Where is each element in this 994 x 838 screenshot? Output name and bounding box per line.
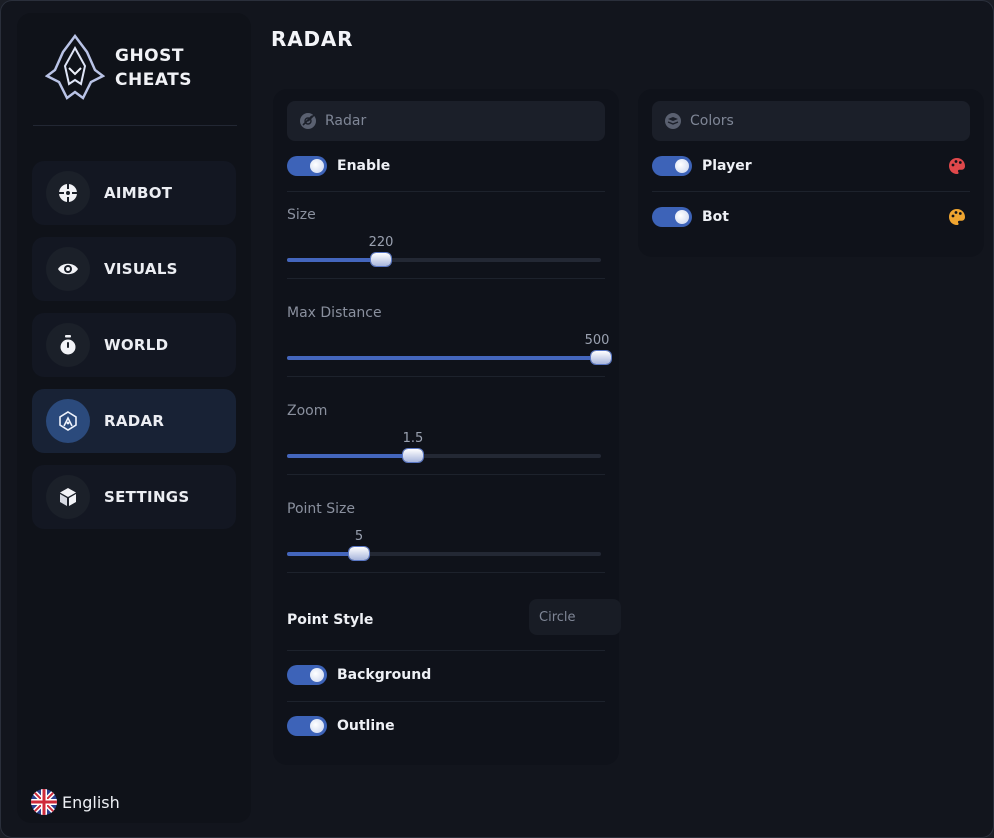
point-style-select[interactable]: Circle <box>529 599 621 635</box>
enable-label: Enable <box>337 158 391 174</box>
bot-color-row: Bot <box>652 204 972 230</box>
enable-row: Enable <box>287 153 607 179</box>
point-size-slider[interactable] <box>287 547 601 560</box>
radar-icon <box>59 411 77 431</box>
size-value: 220 <box>368 235 394 250</box>
brand-line1: GHOST <box>115 46 184 66</box>
ghost-hood-icon <box>45 34 105 100</box>
point-style-label: Point Style <box>287 612 374 628</box>
sidebar-item-radar[interactable]: RADAR <box>32 389 236 453</box>
sidebar-item-visuals[interactable]: VISUALS <box>32 237 236 301</box>
outline-toggle[interactable] <box>287 716 327 736</box>
sidebar-item-label: SETTINGS <box>104 488 190 506</box>
cube-icon <box>60 488 76 506</box>
radar-settings-panel: Radar Enable Size 220 Max Distance 500 Z… <box>273 89 621 765</box>
sidebar-item-label: VISUALS <box>104 260 178 278</box>
divider <box>287 278 605 279</box>
background-row: Background <box>287 662 607 688</box>
size-slider[interactable] <box>287 253 601 266</box>
radar-panel-header: Radar <box>287 101 605 141</box>
max-distance-slider-thumb[interactable] <box>591 351 611 364</box>
zoom-value: 1.5 <box>402 431 424 446</box>
palette-icon[interactable] <box>948 208 966 226</box>
bot-toggle[interactable] <box>652 207 692 227</box>
outline-label: Outline <box>337 718 395 734</box>
size-label: Size <box>287 207 316 223</box>
language-selector[interactable]: English <box>31 789 120 815</box>
divider <box>287 191 605 192</box>
zoom-slider[interactable] <box>287 449 601 462</box>
divider <box>287 650 605 651</box>
brand-logo: GHOST CHEATS <box>45 33 225 103</box>
zoom-slider-thumb[interactable] <box>403 449 423 462</box>
size-slider-thumb[interactable] <box>371 253 391 266</box>
divider <box>287 701 605 702</box>
point-size-slider-row: Point Size 5 <box>287 501 607 561</box>
point-size-value: 5 <box>354 529 364 544</box>
sidebar-item-aimbot[interactable]: AIMBOT <box>32 161 236 225</box>
colors-panel: Colors Player Bot <box>638 89 984 257</box>
sidebar-item-label: RADAR <box>104 412 165 430</box>
page-title: RADAR <box>271 27 354 51</box>
layers-icon <box>665 113 681 129</box>
background-label: Background <box>337 667 432 683</box>
enable-toggle[interactable] <box>287 156 327 176</box>
point-size-label: Point Size <box>287 501 355 517</box>
player-toggle[interactable] <box>652 156 692 176</box>
zoom-label: Zoom <box>287 403 328 419</box>
divider <box>287 572 605 573</box>
crosshair-icon <box>59 184 77 202</box>
point-size-slider-thumb[interactable] <box>349 547 369 560</box>
point-style-row: Point Style Circle <box>287 599 621 635</box>
divider <box>652 191 970 192</box>
divider <box>287 474 605 475</box>
sidebar-item-label: AIMBOT <box>104 184 173 202</box>
radar-sweep-icon <box>300 113 316 129</box>
max-distance-label: Max Distance <box>287 305 382 321</box>
background-toggle[interactable] <box>287 665 327 685</box>
colors-panel-title: Colors <box>690 113 734 129</box>
sidebar-item-settings[interactable]: SETTINGS <box>32 465 236 529</box>
zoom-slider-row: Zoom 1.5 <box>287 403 607 463</box>
sidebar-item-world[interactable]: WORLD <box>32 313 236 377</box>
divider <box>287 376 605 377</box>
brand-line2: CHEATS <box>115 70 192 90</box>
app-window: GHOST CHEATS AIMBOT VISUALS WORLD RADAR … <box>0 0 994 838</box>
max-distance-slider-row: Max Distance 500 <box>287 305 611 365</box>
size-slider-row: Size 220 <box>287 207 607 267</box>
stopwatch-icon <box>60 335 76 355</box>
colors-panel-header: Colors <box>652 101 970 141</box>
sidebar-item-label: WORLD <box>104 336 169 354</box>
sidebar-divider <box>33 125 237 126</box>
bot-label: Bot <box>702 209 729 225</box>
sidebar: GHOST CHEATS AIMBOT VISUALS WORLD RADAR … <box>17 13 251 823</box>
palette-icon[interactable] <box>948 157 966 175</box>
eye-icon <box>58 263 78 275</box>
radar-panel-title: Radar <box>325 113 367 129</box>
max-distance-slider[interactable] <box>287 351 611 364</box>
uk-flag-icon <box>31 789 57 815</box>
language-label: English <box>62 792 120 812</box>
max-distance-value: 500 <box>584 333 610 348</box>
outline-row: Outline <box>287 713 607 739</box>
player-label: Player <box>702 158 752 174</box>
player-color-row: Player <box>652 153 972 179</box>
